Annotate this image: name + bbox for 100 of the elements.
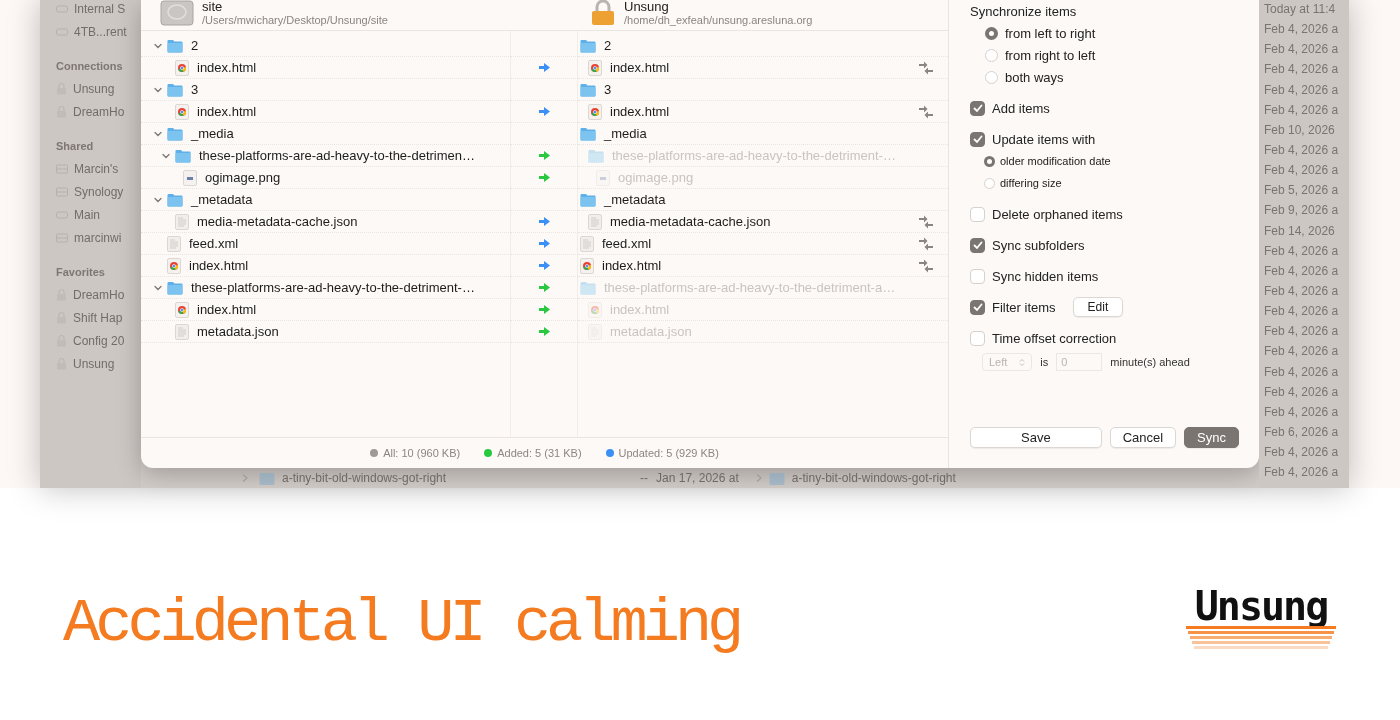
browser-file-icon — [175, 301, 189, 318]
folder-icon — [167, 280, 183, 295]
date-cell-text: Feb 4, 2026 a — [1264, 303, 1340, 321]
folder-icon — [167, 126, 183, 141]
option-label: Sync hidden items — [992, 268, 1099, 284]
right-arrow-icon — [539, 107, 550, 116]
edit-button[interactable]: Edit — [1072, 297, 1124, 317]
option-label: Sync subfolders — [992, 237, 1085, 253]
folder-icon — [259, 471, 275, 485]
file-name[interactable]: index.html — [602, 258, 662, 273]
document-icon — [167, 235, 181, 252]
banner-title: Accidental UI calming — [63, 587, 740, 659]
date-cell-text: Feb 4, 2026 a — [1264, 343, 1340, 361]
file-name[interactable]: media-metadata-cache.json — [610, 214, 771, 229]
folder-icon — [768, 471, 785, 485]
document-icon — [175, 323, 189, 340]
date-cell-text: Feb 4, 2026 a — [1264, 323, 1340, 341]
file-name[interactable]: media-metadata-cache.json — [197, 214, 358, 229]
date-cell-text: Feb 5, 2026 a — [1264, 182, 1340, 200]
browser-file-icon — [588, 59, 602, 76]
pane-path: /Users/mwichary/Desktop/Unsung/site — [202, 13, 388, 27]
folder-name[interactable]: these-platforms-are-ad-heavy-to-the-detrimen… — [199, 148, 475, 163]
folder-name[interactable]: _metadata — [604, 192, 666, 207]
radio-button[interactable] — [984, 155, 995, 167]
folder-icon — [167, 38, 183, 53]
converging-arrows-icon[interactable] — [918, 60, 934, 75]
image-file-icon — [596, 169, 610, 186]
document-icon — [175, 213, 189, 230]
date-cell-text: Feb 4, 2026 a — [1264, 444, 1340, 462]
checkbox[interactable] — [970, 100, 985, 116]
option-label: Add items — [992, 100, 1050, 116]
right-arrow-icon — [539, 63, 550, 72]
checkbox[interactable] — [970, 299, 985, 315]
date-cell-text: Feb 4, 2026 a — [1264, 142, 1340, 159]
option-label: Time offset correction — [992, 330, 1117, 346]
checkbox[interactable] — [970, 131, 985, 147]
converging-arrows-icon[interactable] — [918, 236, 934, 251]
file-name[interactable]: metadata.json — [197, 324, 279, 339]
browser-file-icon — [167, 257, 181, 274]
folder-name[interactable]: 2 — [604, 38, 612, 53]
radio-button[interactable] — [985, 26, 998, 40]
date-cell-text: Feb 4, 2026 a — [1264, 41, 1340, 59]
dialog-button[interactable]: Sync — [1184, 427, 1239, 448]
folder-name[interactable]: _metadata — [191, 192, 253, 207]
right-arrow-icon — [539, 261, 550, 270]
file-name[interactable]: feed.xml — [602, 236, 652, 251]
date-cell-text: Feb 4, 2026 a — [1264, 162, 1340, 180]
date-cell-text: Feb 10, 2026 — [1264, 121, 1336, 139]
section-heading: Synchronize items — [970, 3, 1077, 19]
date-cell-text: Feb 4, 2026 a — [1264, 242, 1340, 260]
option-label: from right to left — [1005, 47, 1096, 63]
folder-icon — [167, 82, 183, 97]
dialog-button[interactable]: Save — [970, 427, 1102, 448]
status-count: Updated: 5 (929 KB) — [618, 447, 719, 459]
right-arrow-icon — [539, 327, 550, 336]
chevron-icon — [241, 473, 249, 483]
date-cell-text: Feb 6, 2026 a — [1264, 423, 1340, 441]
file-name[interactable]: feed.xml — [189, 236, 239, 251]
date-cell-text: Feb 9, 2026 a — [1264, 202, 1340, 220]
logo-text: Unsung — [1194, 586, 1328, 626]
image-file-icon — [183, 169, 197, 186]
folder-name[interactable]: 3 — [191, 82, 199, 97]
file-name[interactable]: index.html — [189, 258, 249, 273]
file-name: a-tiny-bit-old-windows-got-right — [791, 471, 956, 485]
browser-file-icon — [588, 301, 602, 318]
folder-name[interactable]: these-platforms-are-ad-heavy-to-the-detriment-… — [191, 280, 475, 295]
folder-name[interactable]: _media — [191, 126, 234, 141]
suffix-label: minute(s) ahead — [1110, 356, 1190, 368]
date-cell-text: Feb 4, 2026 a — [1264, 403, 1340, 421]
folder-name[interactable]: 3 — [604, 82, 612, 97]
document-icon — [588, 213, 602, 230]
dialog-button[interactable]: Cancel — [1109, 427, 1177, 448]
size-cell: -- — [640, 471, 649, 485]
date-cell-text: Today at 11:4 — [1264, 1, 1337, 18]
converging-arrows-icon[interactable] — [918, 258, 934, 273]
file-name[interactable]: ogimage.png — [205, 170, 281, 185]
folder-icon — [175, 148, 191, 163]
file-name[interactable]: index.html — [610, 104, 670, 119]
date-cell-text: Feb 4, 2026 a — [1264, 81, 1340, 99]
option-label: Update items with — [992, 131, 1096, 147]
pane-title: site — [202, 0, 224, 14]
checkbox[interactable] — [970, 237, 985, 253]
hard-drive-icon — [160, 0, 194, 26]
converging-arrows-icon[interactable] — [918, 214, 934, 229]
date-cell-text: Feb 4, 2026 a — [1264, 383, 1340, 401]
date-cell-text: Feb 4, 2026 a — [1264, 363, 1340, 381]
folder-icon — [588, 148, 604, 163]
file-name[interactable]: index.html — [197, 104, 257, 119]
file-name[interactable]: index.html — [197, 302, 257, 317]
file-name[interactable]: index.html — [197, 60, 257, 75]
date-cell-text: Feb 14, 2026 — [1264, 222, 1336, 240]
file-name[interactable]: index.html — [610, 60, 670, 75]
converging-arrows-icon[interactable] — [918, 104, 934, 119]
folder-icon — [580, 126, 596, 141]
date-cell: Jan 17, 2026 at — [656, 471, 739, 485]
status-count: Added: 5 (31 KB) — [497, 447, 582, 459]
folder-name[interactable]: 2 — [191, 38, 199, 53]
folder-name[interactable]: _media — [604, 126, 647, 141]
option-label: from left to right — [1005, 25, 1096, 41]
folder-icon — [580, 192, 596, 207]
